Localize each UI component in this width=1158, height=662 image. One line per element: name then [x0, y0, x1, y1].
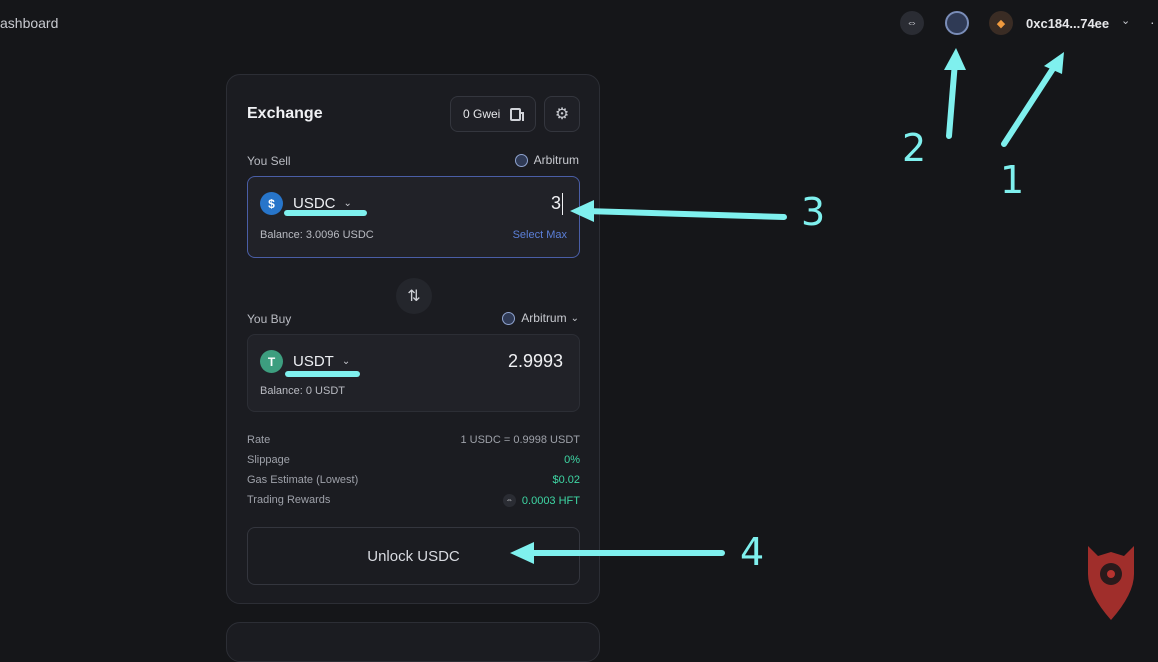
swap-direction-button[interactable]: ⇅	[396, 278, 432, 314]
trading-rewards-row: Trading Rewards ⇔ 0.0003 HFT	[247, 494, 580, 507]
sell-token-selector[interactable]: $ USDC ⌄	[260, 192, 352, 215]
slippage-row: Slippage 0%	[247, 454, 580, 466]
hft-token-icon: ⇔	[502, 494, 516, 507]
buy-network-selector[interactable]: Arbitrum ⌄	[502, 311, 579, 325]
chevron-down-icon: ⌄	[570, 312, 579, 324]
annotation-arrow-3	[582, 208, 787, 220]
annotation-number-2: 2	[902, 126, 927, 170]
arbitrum-icon	[514, 153, 528, 167]
buy-token-selector[interactable]: T USDT ⌄	[260, 350, 350, 373]
sell-label: You Sell	[247, 154, 291, 168]
annotation-arrowhead-1	[1044, 52, 1064, 74]
arbitrum-icon	[502, 311, 516, 325]
buy-amount: 2.9993	[507, 351, 563, 371]
sell-balance: Balance: 3.0096 USDC	[260, 229, 374, 241]
exchange-card: Exchange 0 Gwei ⚙ You Sell Arbitrum $ US…	[226, 74, 600, 604]
chevron-down-icon: ⌄	[343, 198, 352, 209]
more-icon[interactable]: ·	[1150, 14, 1155, 30]
breadcrumb[interactable]: ashboard	[0, 15, 58, 31]
buy-balance: Balance: 0 USDT	[260, 385, 345, 397]
rate-row: Rate 1 USDC = 0.9998 USDT	[247, 434, 580, 446]
sell-amount-input[interactable]: 3	[551, 193, 563, 216]
sell-input-box[interactable]: $ USDC ⌄ 3 Balance: 3.0096 USDC Select M…	[247, 176, 580, 258]
link-icon[interactable]: ⇔	[900, 11, 924, 35]
unlock-usdc-button[interactable]: Unlock USDC	[247, 527, 580, 585]
chevron-down-icon: ⌄	[341, 356, 351, 367]
usdt-icon: T	[260, 350, 283, 373]
watermark-logo-icon	[1088, 546, 1134, 620]
chevron-down-icon[interactable]: ⌄	[1121, 14, 1130, 27]
buy-output-box[interactable]: T USDT ⌄ 2.9993 Balance: 0 USDT	[247, 334, 580, 412]
select-max-link[interactable]: Select Max	[513, 229, 567, 241]
annotation-number-3: 3	[801, 190, 826, 234]
network-icon[interactable]	[945, 11, 969, 35]
annotation-arrowhead-2	[944, 48, 966, 70]
annotation-arrow-1	[1001, 61, 1059, 147]
gas-price-label: 0 Gwei	[463, 107, 501, 121]
buy-network-label: Arbitrum	[521, 311, 567, 325]
sell-token-label: USDC	[293, 195, 336, 212]
gas-price-button[interactable]: 0 Gwei	[450, 96, 536, 132]
annotation-number-1: 1	[1000, 158, 1025, 202]
gear-icon: ⚙	[554, 106, 570, 123]
sell-network[interactable]: Arbitrum	[514, 153, 579, 167]
annotation-arrow-2	[946, 59, 958, 139]
secondary-card	[226, 622, 600, 662]
buy-token-label: USDT	[293, 353, 334, 370]
gas-estimate-row: Gas Estimate (Lowest) $0.02	[247, 474, 580, 486]
exchange-title: Exchange	[247, 105, 323, 122]
settings-button[interactable]: ⚙	[544, 96, 580, 132]
usdc-icon: $	[260, 192, 283, 215]
gas-pump-icon	[510, 107, 525, 121]
swap-arrows-icon: ⇅	[407, 288, 421, 305]
annotation-number-4: 4	[740, 530, 765, 574]
buy-label: You Buy	[247, 312, 292, 326]
sell-network-label: Arbitrum	[533, 153, 579, 167]
wallet-address-button[interactable]: 0xc184...74ee	[1026, 16, 1109, 31]
top-bar: ashboard ⇔ ◆ 0xc184...74ee ⌄ ·	[0, 0, 1158, 46]
metamask-fox-icon[interactable]: ◆	[989, 11, 1013, 35]
